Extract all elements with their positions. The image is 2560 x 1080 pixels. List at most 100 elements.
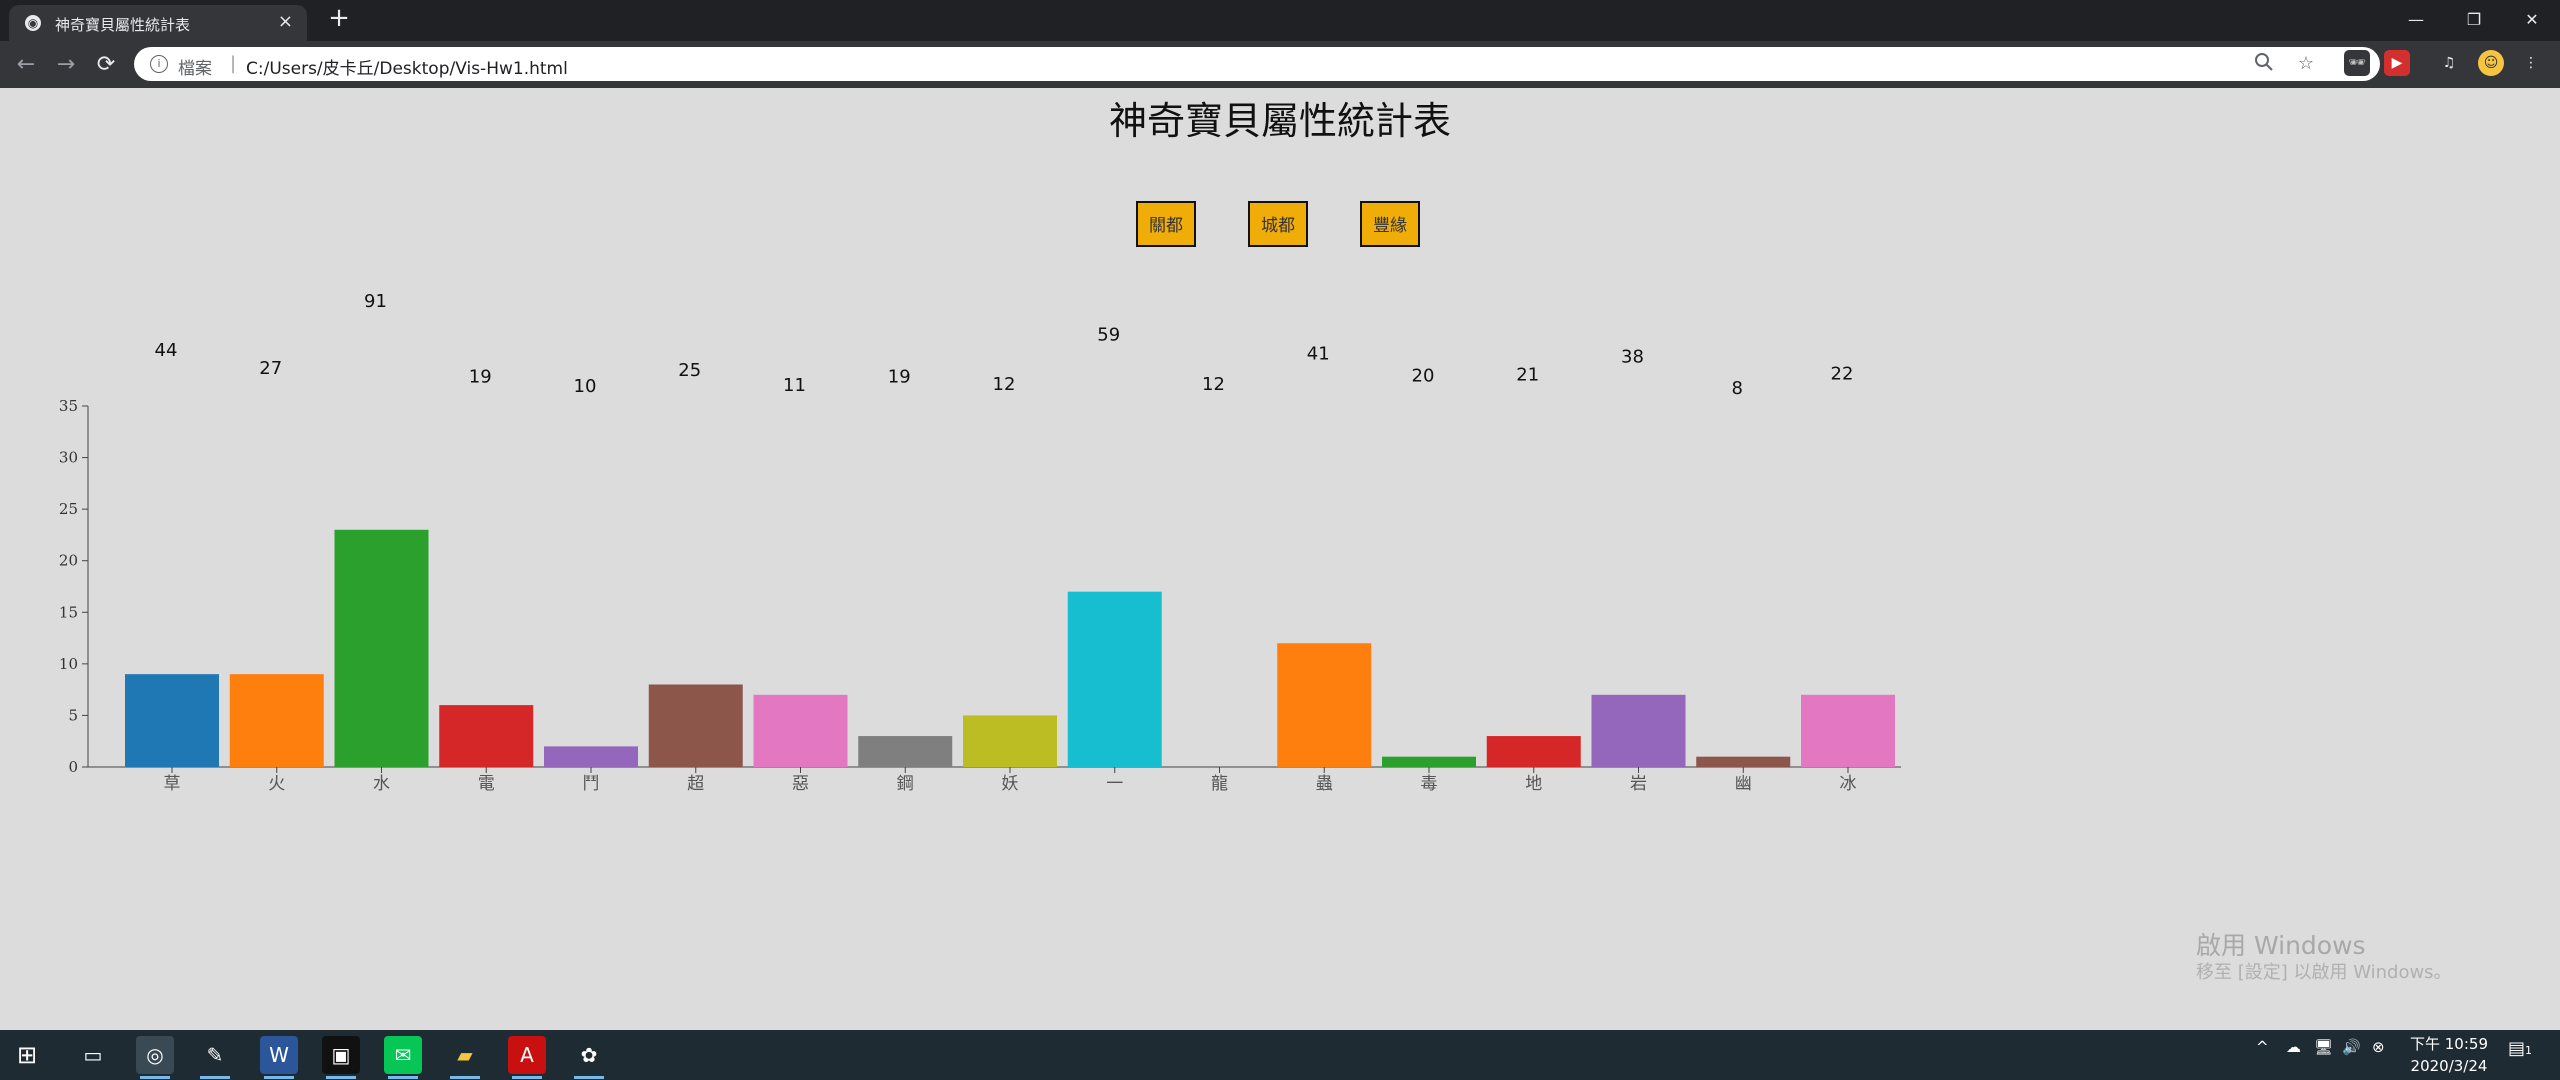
new-tab-button[interactable]: + (325, 4, 353, 32)
x-tick-label: 一 (1106, 774, 1123, 794)
bar-14 (1591, 694, 1686, 767)
desktop-icon[interactable]: ▭ (74, 1036, 112, 1074)
window-close-button[interactable]: ✕ (2504, 4, 2560, 36)
minimize-button[interactable]: — (2388, 4, 2444, 36)
data-label: 19 (469, 366, 492, 387)
tab-close-icon[interactable]: × (278, 11, 293, 32)
omnibox-separator: | (230, 53, 237, 74)
browser-tab[interactable]: ◉ 神奇寶貝屬性統計表 × (9, 5, 307, 41)
info-icon[interactable]: i (150, 55, 168, 73)
notification-count: 1 (2525, 1044, 2533, 1057)
x-tick-label: 電 (478, 774, 495, 794)
bar-9 (1067, 591, 1162, 767)
bar-13 (1486, 736, 1581, 767)
y-tick-label: 25 (59, 500, 78, 518)
file-explorer-icon[interactable]: ▰ (446, 1036, 484, 1079)
data-label: 11 (783, 375, 806, 396)
word-icon[interactable]: W (260, 1036, 298, 1079)
data-label: 59 (1097, 324, 1120, 345)
clock-date: 2020/3/24 (2410, 1057, 2488, 1075)
data-label: 91 (364, 291, 387, 312)
bar-16 (1801, 694, 1895, 767)
data-label: 12 (993, 374, 1016, 395)
notification-center-icon[interactable]: ▤1 (2508, 1038, 2532, 1059)
address-bar[interactable]: i 檔案 | C:/Users/皮卡丘/Desktop/Vis-Hw1.html… (134, 47, 2380, 81)
terminal-icon[interactable]: ▣ (322, 1036, 360, 1079)
y-tick-label: 20 (59, 552, 78, 570)
tab-title: 神奇寶貝屬性統計表 (55, 16, 191, 34)
x-tick-label: 火 (268, 774, 285, 794)
bar-4 (544, 746, 638, 767)
star-icon[interactable]: ☆ (2294, 52, 2318, 76)
data-label: 19 (888, 366, 911, 387)
status-error-icon[interactable]: ⊗ (2372, 1038, 2385, 1056)
x-tick-label: 超 (687, 774, 704, 794)
y-tick-label: 30 (59, 449, 78, 467)
y-tick-label: 10 (59, 655, 78, 673)
page-content: 神奇寶貝屬性統計表 關都 城都 豐緣 0 5 10 15 20 25 30 35 草 44 火 27 水… (0, 88, 2560, 1030)
acrobat-icon[interactable]: A (508, 1036, 546, 1079)
bar-chart: 0 5 10 15 20 25 30 35 草 44 火 27 水 91 電 19 鬥 10 超 25 惡 11 鋼 19 妖 1… (59, 291, 1901, 794)
x-tick-label: 地 (1525, 774, 1542, 794)
tray-expand-icon[interactable]: ^ (2256, 1038, 2269, 1056)
browser-titlebar: ◉ 神奇寶貝屬性統計表 × + — ❐ ✕ (0, 0, 2560, 41)
data-label: 38 (1621, 347, 1644, 368)
x-tick-label: 惡 (792, 774, 809, 794)
url-text[interactable]: C:/Users/皮卡丘/Desktop/Vis-Hw1.html (246, 54, 568, 79)
chrome-icon[interactable]: ◎ (136, 1036, 174, 1079)
zoom-icon[interactable] (2252, 52, 2276, 76)
bar-6 (753, 694, 848, 767)
x-tick-label: 岩 (1630, 774, 1647, 794)
bar-11 (1277, 643, 1372, 767)
bar-3 (439, 705, 534, 767)
bar-7 (858, 736, 953, 767)
data-label: 44 (155, 340, 178, 361)
data-label: 25 (678, 360, 701, 381)
activation-watermark-subtitle: 移至 [設定] 以啟用 Windows。 (2196, 962, 2452, 983)
x-tick-label: 水 (373, 774, 390, 794)
activation-watermark-title: 啟用 Windows (2196, 931, 2366, 960)
paint-icon[interactable]: ✿ (570, 1036, 608, 1079)
spy-extension-icon[interactable]: 🕶 (2344, 50, 2370, 76)
bar-12 (1382, 756, 1476, 767)
data-label: 27 (259, 358, 282, 379)
globe-icon: ◉ (25, 15, 41, 31)
media-control-icon[interactable]: ♫ (2436, 50, 2462, 76)
x-tick-label: 毒 (1421, 774, 1438, 794)
x-tick-label: 鋼 (897, 774, 914, 794)
y-tick-label: 5 (68, 706, 78, 724)
data-label: 20 (1412, 365, 1435, 386)
data-label: 41 (1307, 343, 1330, 364)
y-tick-label: 0 (68, 758, 78, 776)
clock[interactable]: 下午 10:59 2020/3/24 (2404, 1033, 2494, 1077)
menu-kebab-icon[interactable]: ⋮ (2518, 50, 2544, 76)
x-tick-label: 幽 (1735, 774, 1752, 794)
bar-15 (1696, 756, 1791, 767)
back-button[interactable]: ← (10, 49, 42, 81)
restore-button[interactable]: ❐ (2446, 4, 2502, 36)
notepad-icon[interactable]: ✎ (196, 1036, 234, 1079)
data-label: 12 (1202, 374, 1225, 395)
volume-icon[interactable]: 🔊 (2342, 1038, 2361, 1056)
x-tick-label: 草 (164, 774, 181, 794)
red-extension-icon[interactable]: ▶ (2384, 50, 2410, 76)
x-tick-label: 冰 (1840, 774, 1857, 794)
y-tick-label: 35 (59, 397, 78, 415)
bar-0 (125, 674, 219, 767)
network-icon[interactable]: 🖥 (2314, 1038, 2333, 1056)
x-tick-label: 鬥 (583, 774, 600, 794)
reload-button[interactable]: ⟳ (90, 49, 122, 81)
data-label: 10 (574, 376, 597, 397)
bar-1 (229, 674, 324, 767)
onedrive-icon[interactable]: ☁ (2286, 1038, 2301, 1056)
bar-8 (963, 715, 1057, 767)
data-label: 21 (1516, 364, 1539, 385)
clock-time: 下午 10:59 (2410, 1035, 2488, 1053)
line-icon[interactable]: ✉ (384, 1036, 422, 1079)
forward-button[interactable]: → (50, 49, 82, 81)
windows-start-icon[interactable]: ⊞ (8, 1036, 46, 1074)
y-tick-label: 15 (59, 603, 78, 621)
omnibox-file-label: 檔案 (178, 59, 212, 79)
profile-avatar-icon[interactable]: ☺ (2478, 50, 2504, 76)
windows-taskbar: ⊞ ▭ ◎ ✎ W ▣ ✉ ▰ A ✿ ^ ☁ 🖥 🔊 ⊗ 下午 10:59 2… (0, 1030, 2560, 1080)
